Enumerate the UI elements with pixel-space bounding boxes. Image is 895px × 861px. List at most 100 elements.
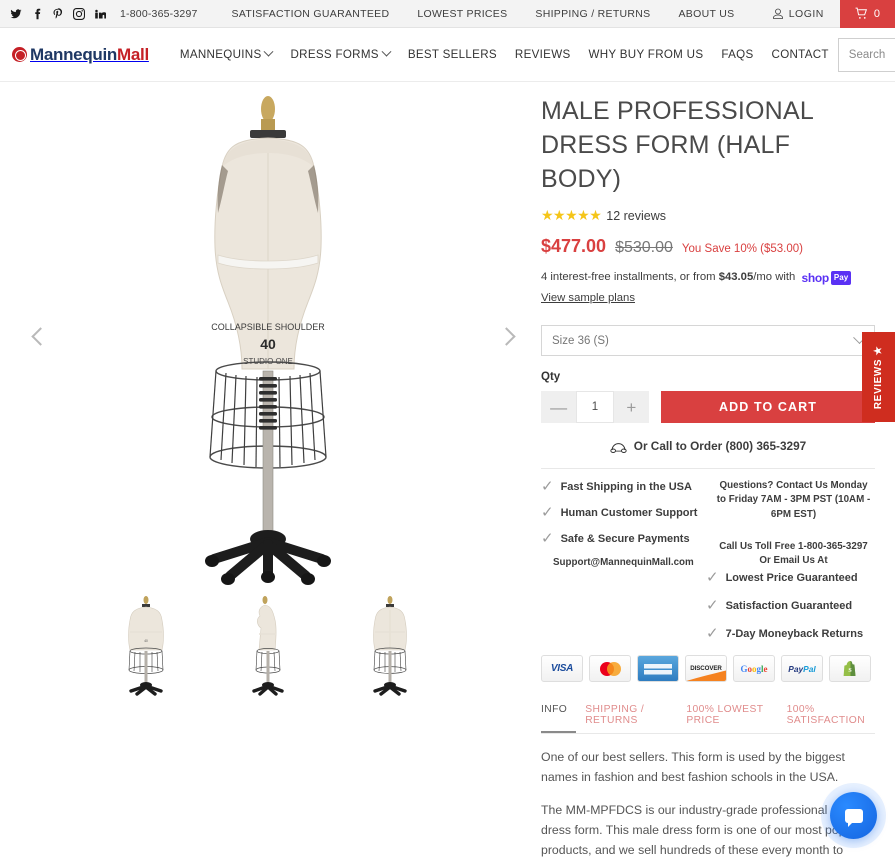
nav-item-faqs[interactable]: FAQS <box>712 48 762 61</box>
guarantee-label: Lowest Price Guaranteed <box>725 571 858 584</box>
paypal-badge: PayPal <box>781 655 823 683</box>
nav-item-dress-forms[interactable]: DRESS FORMS <box>281 46 398 61</box>
trust-label: Safe & Secure Payments <box>560 532 690 545</box>
check-icon: ✓ <box>541 504 554 522</box>
site-logo[interactable]: MannequinMall <box>12 45 149 65</box>
facebook-icon[interactable] <box>31 8 43 20</box>
savings-text: You Save 10% ($53.00) <box>681 243 803 255</box>
rating-summary[interactable]: ★★★★★ 12 reviews <box>541 207 875 224</box>
nav-item-mannequins[interactable]: MANNEQUINS <box>171 46 282 61</box>
topbar-link-satisfaction[interactable]: SATISFACTION GUARANTEED <box>218 8 404 20</box>
topbar-link-lowest-prices[interactable]: LOWEST PRICES <box>403 8 521 20</box>
mastercard-badge <box>589 655 631 683</box>
logo-emblem-icon <box>12 47 27 62</box>
google-badge: Google <box>733 655 775 683</box>
chat-bubble-icon <box>844 808 863 827</box>
description-paragraph: One of our best sellers. This form is us… <box>541 750 845 785</box>
chat-widget-button[interactable] <box>830 792 877 839</box>
topbar-link-shipping-returns[interactable]: SHIPPING / RETURNS <box>521 8 664 20</box>
nav-item-contact[interactable]: CONTACT <box>763 48 838 61</box>
main-product-image[interactable]: COLLAPSIBLE SHOULDER 40 STUDIO ONE <box>0 82 535 592</box>
guarantee-badges: ✓ Lowest Price Guaranteed ✓ Satisfaction… <box>541 570 875 641</box>
trust-item-fast-shipping: ✓ Fast Shipping in the USA <box>541 479 716 494</box>
nav-item-reviews[interactable]: REVIEWS <box>506 48 580 61</box>
twitter-icon[interactable] <box>10 8 22 20</box>
guarantee-moneyback: ✓ 7-Day Moneyback Returns <box>706 626 875 641</box>
guarantee-label: 7-Day Moneyback Returns <box>725 627 864 640</box>
thumbnail-front[interactable]: 40 <box>103 594 189 698</box>
installments-suffix: /mo with <box>753 271 799 283</box>
linkedin-icon[interactable] <box>94 8 106 20</box>
star-icon: ★ <box>873 345 885 355</box>
gallery-prev-button[interactable] <box>26 323 54 351</box>
view-sample-plans-link[interactable]: View sample plans <box>541 290 875 308</box>
tab-satisfaction[interactable]: 100% SATISFACTION <box>778 704 875 733</box>
trust-item-customer-support: ✓ Human Customer Support <box>541 505 716 520</box>
product-description: One of our best sellers. This form is us… <box>541 748 875 861</box>
nav-item-why-buy-from-us[interactable]: WHY BUY FROM US <box>580 48 713 61</box>
compare-at-price: $530.00 <box>615 239 673 256</box>
quantity-stepper[interactable]: — + <box>541 391 649 424</box>
topbar-phone[interactable]: 1-800-365-3297 <box>120 8 198 20</box>
search-box[interactable] <box>837 37 895 72</box>
nav-item-best-sellers[interactable]: BEST SELLERS <box>399 48 506 61</box>
nav-label: MANNEQUINS <box>179 48 262 61</box>
size-select-value: Size 36 (S) <box>552 334 609 347</box>
telephone-icon <box>610 442 627 453</box>
call-to-order-text: Or Call to Order (800) 365-3297 <box>633 439 807 454</box>
cart-button[interactable]: 0 <box>839 0 895 28</box>
shopify-badge: S <box>829 655 871 683</box>
current-price: $477.00 <box>541 236 607 256</box>
installments-amount: $43.05 <box>718 271 754 283</box>
add-to-cart-button[interactable]: ADD TO CART <box>661 391 875 424</box>
size-select[interactable]: Size 36 (S) <box>541 325 875 357</box>
discover-badge: DISCOVER <box>685 655 727 683</box>
quantity-input[interactable] <box>576 391 614 424</box>
gallery-next-button[interactable] <box>493 323 521 351</box>
info-tabs: INFO SHIPPING / RETURNS 100% LOWEST PRIC… <box>541 704 875 735</box>
chevron-down-icon <box>381 46 392 57</box>
login-label: LOGIN <box>788 7 824 20</box>
topbar-links: SATISFACTION GUARANTEED LOWEST PRICES SH… <box>218 8 749 20</box>
logo-text-secondary: Mall <box>117 44 149 64</box>
check-icon: ✓ <box>706 569 719 587</box>
tab-lowest-price[interactable]: 100% LOWEST PRICE <box>677 704 777 733</box>
search-input[interactable] <box>848 48 895 61</box>
description-paragraph: The MM-MPFDCS is our industry-grade prof… <box>541 802 866 857</box>
price-block: $477.00 $530.00 You Save 10% ($53.00) <box>541 236 875 257</box>
reviews-tab-label: REVIEWS <box>873 358 885 409</box>
cart-count: 0 <box>873 7 880 20</box>
form-label-collapsible: COLLAPSIBLE SHOULDER <box>211 322 325 332</box>
reviews-side-tab[interactable]: REVIEWS ★ <box>862 332 895 422</box>
quantity-decrement-button[interactable]: — <box>541 391 577 424</box>
trust-item-secure-payments: ✓ Safe & Secure Payments <box>541 531 716 546</box>
quantity-increment-button[interactable]: + <box>613 391 649 424</box>
svg-text:40: 40 <box>144 639 148 643</box>
shop-pay-word: shop <box>801 271 829 285</box>
quantity-label: Qty <box>541 371 561 384</box>
check-icon: ✓ <box>541 530 554 548</box>
instagram-icon[interactable] <box>73 7 85 20</box>
thumbnail-back[interactable] <box>347 594 433 698</box>
form-label-size: 40 <box>260 336 276 352</box>
trust-label: Human Customer Support <box>560 506 698 519</box>
shop-pay-logo: shop Pay <box>801 269 852 288</box>
login-button[interactable]: LOGIN <box>756 0 840 28</box>
cart-icon <box>855 7 867 19</box>
support-email[interactable]: Support@MannequinMall.com <box>541 557 716 568</box>
toll-free-note: Call Us Toll Free 1-800-365-3297 Or Emai… <box>719 540 868 566</box>
product-gallery: COLLAPSIBLE SHOULDER 40 STUDIO ONE 40 <box>0 82 535 861</box>
contact-hours-note: Questions? Contact Us Monday to Friday 7… <box>716 480 871 520</box>
thumbnail-side[interactable] <box>225 594 311 698</box>
shop-pay-badge: Pay <box>830 271 852 286</box>
user-icon <box>772 8 783 19</box>
payment-methods: VISA DISCOVER Google PayPal S <box>541 655 875 683</box>
topbar-link-about-us[interactable]: ABOUT US <box>665 8 749 20</box>
call-to-order: Or Call to Order (800) 365-3297 <box>541 439 875 453</box>
pinterest-icon[interactable] <box>52 7 64 20</box>
tab-shipping-returns[interactable]: SHIPPING / RETURNS <box>576 704 677 733</box>
tab-info[interactable]: INFO <box>541 704 577 734</box>
utility-topbar: 1-800-365-3297 SATISFACTION GUARANTEED L… <box>0 0 895 28</box>
check-icon: ✓ <box>706 625 719 643</box>
guarantee-lowest-price: ✓ Lowest Price Guaranteed <box>706 570 875 585</box>
